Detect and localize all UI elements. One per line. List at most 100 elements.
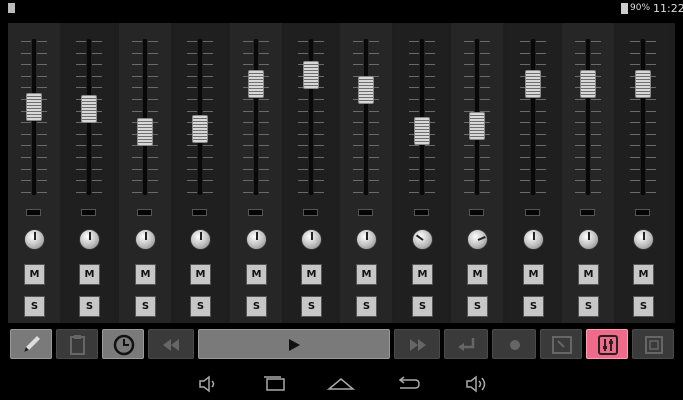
- fader-handle[interactable]: [248, 70, 264, 98]
- mute-button[interactable]: M: [190, 264, 211, 285]
- fader-tick: [187, 157, 197, 158]
- fader-tick: [132, 41, 142, 42]
- record-button[interactable]: [492, 329, 536, 359]
- fader-handle[interactable]: [137, 118, 153, 146]
- mute-button[interactable]: M: [301, 264, 322, 285]
- fader-handle[interactable]: [81, 95, 97, 123]
- clock-button[interactable]: [102, 329, 144, 359]
- fader-tick: [314, 192, 324, 193]
- fader-track[interactable]: [531, 39, 535, 195]
- solo-button[interactable]: S: [190, 296, 211, 317]
- fader-handle[interactable]: [192, 115, 208, 143]
- clipboard-button[interactable]: [56, 329, 98, 359]
- piano-roll-button[interactable]: [540, 329, 582, 359]
- fader-tick: [187, 76, 197, 77]
- fader-tick: [243, 122, 253, 123]
- solo-button[interactable]: S: [412, 296, 433, 317]
- fader-track[interactable]: [641, 39, 645, 195]
- fast-forward-button[interactable]: [394, 329, 440, 359]
- fader-handle[interactable]: [635, 70, 651, 98]
- pencil-icon: [24, 336, 40, 352]
- fader-handle[interactable]: [358, 76, 374, 104]
- loop-button[interactable]: [444, 329, 488, 359]
- solo-button[interactable]: S: [246, 296, 267, 317]
- fader-handle[interactable]: [303, 61, 319, 89]
- fader-tick: [630, 134, 640, 135]
- fader-track[interactable]: [254, 39, 258, 195]
- fader-handle[interactable]: [580, 70, 596, 98]
- pencil-button[interactable]: [10, 329, 52, 359]
- fader-tick: [132, 87, 142, 88]
- mute-button[interactable]: M: [135, 264, 156, 285]
- mute-button[interactable]: M: [356, 264, 377, 285]
- solo-button[interactable]: S: [24, 296, 45, 317]
- fader-tick: [37, 122, 47, 123]
- pan-knob[interactable]: [412, 229, 433, 250]
- volume-up-icon[interactable]: [465, 375, 487, 393]
- pan-knob[interactable]: [523, 229, 544, 250]
- fader-tick: [298, 41, 308, 42]
- piano-roll-icon: [552, 336, 572, 354]
- pan-knob[interactable]: [79, 229, 100, 250]
- solo-button[interactable]: S: [79, 296, 100, 317]
- fader-track[interactable]: [143, 39, 147, 195]
- pan-knob[interactable]: [301, 229, 322, 250]
- mute-button[interactable]: M: [578, 264, 599, 285]
- fader-tick: [575, 157, 585, 158]
- fader-tick: [646, 122, 656, 123]
- pan-knob[interactable]: [246, 229, 267, 250]
- fader-tick: [646, 41, 656, 42]
- fader-tick: [369, 157, 379, 158]
- rewind-button[interactable]: [148, 329, 194, 359]
- settings-button[interactable]: [632, 329, 674, 359]
- fader-handle[interactable]: [469, 112, 485, 140]
- recent-apps-icon[interactable]: [262, 375, 288, 393]
- fader-track[interactable]: [586, 39, 590, 195]
- fader-handle[interactable]: [26, 93, 42, 121]
- solo-button[interactable]: S: [135, 296, 156, 317]
- pan-knob[interactable]: [633, 229, 654, 250]
- fader-tick: [464, 180, 474, 181]
- fader-tick: [480, 87, 490, 88]
- fader-track[interactable]: [364, 39, 368, 195]
- solo-button[interactable]: S: [301, 296, 322, 317]
- fader-tick: [203, 64, 213, 65]
- pan-knob[interactable]: [24, 229, 45, 250]
- home-icon[interactable]: [326, 375, 356, 393]
- volume-down-icon[interactable]: [197, 375, 217, 393]
- fader-tick: [148, 192, 158, 193]
- solo-button[interactable]: S: [467, 296, 488, 317]
- fader-handle[interactable]: [414, 117, 430, 145]
- fader-tick: [425, 99, 435, 100]
- fader-tick: [520, 192, 530, 193]
- mute-button[interactable]: M: [523, 264, 544, 285]
- fader-tick: [132, 64, 142, 65]
- fader-tick: [37, 134, 47, 135]
- fader-tick: [646, 64, 656, 65]
- fader-tick: [259, 53, 269, 54]
- fader-tick: [409, 169, 419, 170]
- fader-tick: [92, 134, 102, 135]
- pan-knob[interactable]: [467, 229, 488, 250]
- pan-indicator: [643, 232, 645, 240]
- pan-knob[interactable]: [190, 229, 211, 250]
- mute-button[interactable]: M: [24, 264, 45, 285]
- solo-button[interactable]: S: [633, 296, 654, 317]
- fader-tick: [37, 64, 47, 65]
- mute-button[interactable]: M: [633, 264, 654, 285]
- fader-tick: [76, 192, 86, 193]
- pan-knob[interactable]: [135, 229, 156, 250]
- pan-knob[interactable]: [578, 229, 599, 250]
- solo-button[interactable]: S: [523, 296, 544, 317]
- mute-button[interactable]: M: [467, 264, 488, 285]
- solo-button[interactable]: S: [578, 296, 599, 317]
- fader-handle[interactable]: [525, 70, 541, 98]
- mute-button[interactable]: M: [79, 264, 100, 285]
- mute-button[interactable]: M: [412, 264, 433, 285]
- mixer-button[interactable]: [586, 329, 628, 359]
- play-button[interactable]: [198, 329, 390, 359]
- solo-button[interactable]: S: [356, 296, 377, 317]
- back-icon[interactable]: [395, 375, 421, 393]
- pan-knob[interactable]: [356, 229, 377, 250]
- mute-button[interactable]: M: [246, 264, 267, 285]
